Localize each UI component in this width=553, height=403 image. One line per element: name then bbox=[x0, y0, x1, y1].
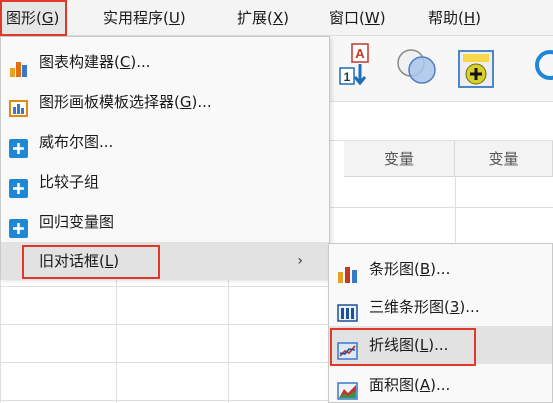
submenu-item-key: L bbox=[419, 336, 429, 354]
add-variable-icon[interactable] bbox=[458, 50, 494, 88]
menu-item-label: 比较子组 bbox=[39, 173, 100, 191]
venn-select-icon[interactable] bbox=[394, 46, 440, 86]
legacy-dialogs-submenu: 条形图(B)... 三维条形图(3)... 折线图(L)... 面积图(A)..… bbox=[328, 243, 553, 403]
menubar: 图形(G) 实用程序(U) 扩展(X) 窗口(W) 帮助(H) bbox=[0, 0, 553, 36]
submenu-item-label: 条形图 bbox=[369, 260, 415, 278]
plus-icon bbox=[9, 173, 28, 198]
submenu-item-3d-bar[interactable]: 三维条形图(3)... bbox=[329, 288, 552, 326]
area-chart-icon bbox=[337, 376, 358, 400]
menu-item-key: C bbox=[119, 53, 131, 71]
menu-help[interactable]: 帮助(H) bbox=[428, 0, 481, 36]
submenu-item-key: A bbox=[419, 376, 431, 394]
column-header-label: 变量 bbox=[383, 150, 414, 168]
submenu-item-area[interactable]: 面积图(A)... bbox=[329, 366, 552, 403]
menu-window[interactable]: 窗口(W) bbox=[329, 0, 386, 36]
menu-item-weibull-plot[interactable]: 威布尔图... bbox=[1, 122, 329, 162]
graphs-dropdown-menu: 图表构建器(C)... 图形画板模板选择器(G)... 威布尔图... 比较子组… bbox=[0, 36, 330, 280]
sort-cases-icon[interactable]: A 1 bbox=[338, 42, 376, 88]
menu-item-label: 旧对话框 bbox=[39, 252, 100, 270]
chart-builder-icon bbox=[9, 53, 28, 77]
menu-extensions-label: 扩展 bbox=[237, 9, 268, 27]
plus-icon bbox=[9, 133, 28, 158]
circle-tool-icon[interactable] bbox=[528, 46, 553, 86]
3d-bar-chart-icon bbox=[337, 298, 358, 322]
menu-graphs-label: 图形 bbox=[6, 9, 37, 27]
submenu-item-label: 三维条形图 bbox=[369, 298, 445, 316]
column-header-label: 变量 bbox=[488, 150, 519, 168]
submenu-item-bar[interactable]: 条形图(B)... bbox=[329, 250, 552, 288]
cell-editor-bar[interactable] bbox=[328, 103, 553, 141]
template-chooser-icon bbox=[9, 93, 28, 117]
menu-utilities[interactable]: 实用程序(U) bbox=[103, 0, 186, 36]
menu-graphs[interactable]: 图形(G) bbox=[0, 0, 68, 36]
menu-window-label: 窗口 bbox=[329, 9, 360, 27]
menu-item-chart-builder[interactable]: 图表构建器(C)... bbox=[1, 42, 329, 82]
menu-item-regression-variable-plots[interactable]: 回归变量图 bbox=[1, 202, 329, 242]
plus-icon bbox=[9, 213, 28, 238]
menu-window-key: W bbox=[364, 9, 380, 27]
menu-extensions-key: X bbox=[272, 9, 284, 27]
menu-graphs-key: G bbox=[41, 9, 54, 27]
menu-item-key: L bbox=[104, 252, 114, 270]
submenu-item-ellipsis: ... bbox=[434, 336, 449, 354]
submenu-item-key: 3 bbox=[449, 298, 460, 316]
menu-item-legacy-dialogs[interactable]: 旧对话框(L) › bbox=[1, 242, 329, 280]
menu-item-key: G bbox=[179, 93, 192, 111]
submenu-item-label: 折线图 bbox=[369, 336, 415, 354]
line-chart-icon bbox=[337, 336, 358, 360]
menu-item-ellipsis: ... bbox=[99, 133, 114, 151]
menu-help-key: H bbox=[463, 9, 476, 27]
menu-item-label: 回归变量图 bbox=[39, 213, 115, 231]
bar-chart-icon bbox=[337, 260, 358, 283]
submenu-item-ellipsis: ... bbox=[436, 376, 451, 394]
submenu-item-label: 面积图 bbox=[369, 376, 415, 394]
menu-help-label: 帮助 bbox=[428, 9, 459, 27]
submenu-item-ellipsis: ... bbox=[436, 260, 451, 278]
submenu-arrow-icon: › bbox=[297, 253, 303, 269]
menu-utilities-label: 实用程序 bbox=[103, 9, 164, 27]
column-header-var-2[interactable]: 变量 bbox=[455, 141, 553, 177]
menu-extensions[interactable]: 扩展(X) bbox=[237, 0, 289, 36]
submenu-item-line[interactable]: 折线图(L)... bbox=[329, 326, 552, 364]
menu-item-label: 图形画板模板选择器 bbox=[39, 93, 175, 111]
menu-utilities-key: U bbox=[168, 9, 180, 27]
toolbar: A 1 bbox=[328, 36, 553, 102]
sort-label-bottom: 1 bbox=[344, 70, 351, 84]
menu-item-template-chooser[interactable]: 图形画板模板选择器(G)... bbox=[1, 82, 329, 122]
menu-item-ellipsis: ... bbox=[197, 93, 212, 111]
menu-item-ellipsis: ... bbox=[136, 53, 151, 71]
menu-item-label: 威布尔图 bbox=[39, 133, 100, 151]
menu-item-compare-subgroups[interactable]: 比较子组 bbox=[1, 162, 329, 202]
menu-item-label: 图表构建器 bbox=[39, 53, 115, 71]
submenu-item-key: B bbox=[419, 260, 431, 278]
sort-label-top: A bbox=[355, 46, 365, 61]
column-header-var-1[interactable]: 变量 bbox=[344, 141, 455, 177]
submenu-item-ellipsis: ... bbox=[465, 298, 480, 316]
